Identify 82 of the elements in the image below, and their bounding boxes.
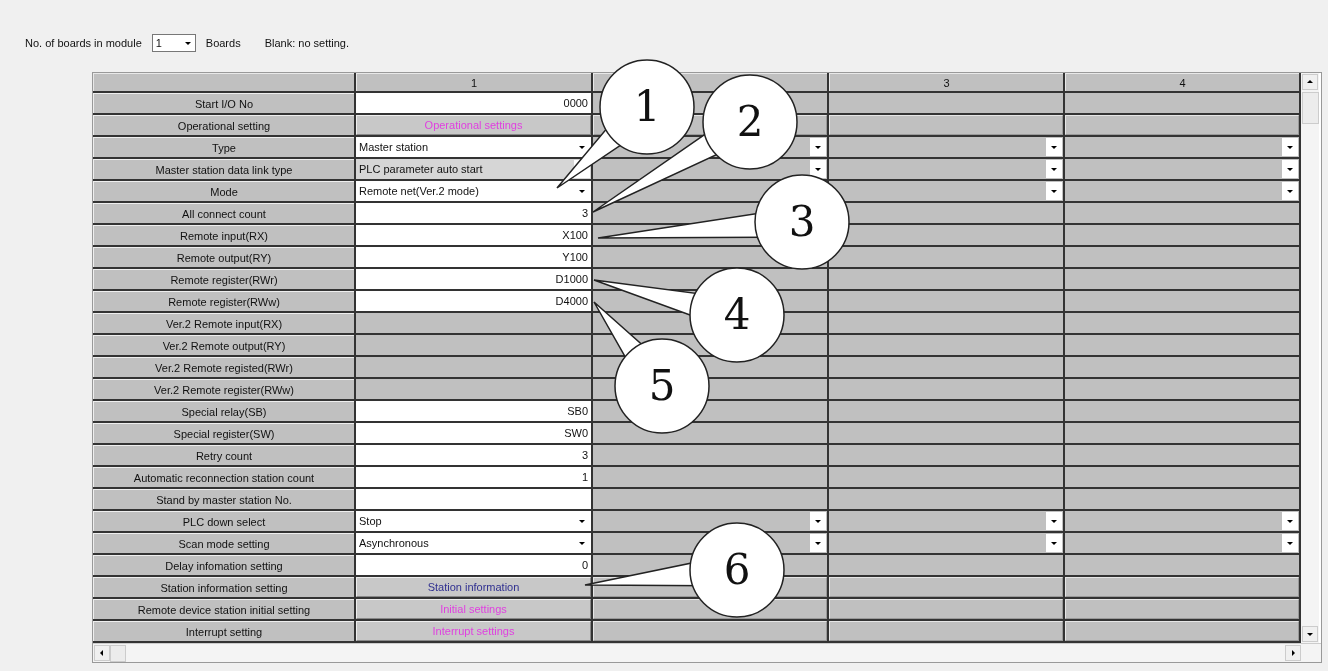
row-label: Stand by master station No.	[93, 489, 354, 509]
row-label: All connect count	[93, 203, 354, 223]
row-label: Remote register(RWw)	[93, 291, 354, 311]
value-field[interactable]: 3	[356, 445, 591, 465]
value-field[interactable]: SB0	[356, 401, 591, 421]
value-dropdown[interactable]: Asynchronous	[356, 533, 591, 553]
row-label: Remote device station initial setting	[93, 599, 354, 619]
caret-icon	[1282, 182, 1298, 200]
caret-icon	[1046, 512, 1062, 530]
caret-icon	[1282, 534, 1298, 552]
row-label: Type	[93, 137, 354, 157]
value-field[interactable]: Y100	[356, 247, 591, 267]
row-label: Station information setting	[93, 577, 354, 597]
column-header: 3	[829, 73, 1063, 91]
row-label: Ver.2 Remote register(RWw)	[93, 379, 354, 399]
row-label: Remote register(RWr)	[93, 269, 354, 289]
caret-icon	[810, 138, 826, 156]
row-label: Scan mode setting	[93, 533, 354, 553]
value-dropdown[interactable]: Master station	[356, 137, 591, 157]
horizontal-scrollbar[interactable]	[93, 643, 1321, 662]
boards-label: No. of boards in module	[25, 37, 142, 49]
scroll-thumb[interactable]	[110, 644, 126, 662]
row-label: Retry count	[93, 445, 354, 465]
vertical-scrollbar[interactable]	[1301, 73, 1319, 643]
empty-button[interactable]	[829, 577, 1063, 597]
value-field[interactable]: 1	[356, 467, 591, 487]
note-text: Blank: no setting.	[264, 37, 350, 49]
row-label: Master station data link type	[93, 159, 354, 179]
scroll-right-icon[interactable]	[1285, 645, 1301, 661]
row-label: Ver.2 Remote input(RX)	[93, 313, 354, 333]
row-label: Ver.2 Remote registed(RWr)	[93, 357, 354, 377]
scroll-up-icon[interactable]	[1302, 74, 1318, 90]
row-label: Interrupt setting	[93, 621, 354, 641]
row-label: Remote output(RY)	[93, 247, 354, 267]
scroll-left-icon[interactable]	[94, 645, 110, 661]
empty-button[interactable]	[593, 621, 827, 641]
callout-tooltip: 5	[593, 301, 710, 434]
caret-icon	[810, 160, 826, 178]
value-field[interactable]: 0	[356, 555, 591, 575]
row-label: Automatic reconnection station count	[93, 467, 354, 487]
empty-button[interactable]	[1065, 115, 1299, 135]
caret-icon	[1282, 160, 1298, 178]
row-label: Ver.2 Remote output(RY)	[93, 335, 354, 355]
caret-icon	[1046, 182, 1062, 200]
row-label: Mode	[93, 181, 354, 201]
empty-button[interactable]	[829, 115, 1063, 135]
empty-button[interactable]	[1065, 599, 1299, 619]
callout-tooltip: 3	[597, 174, 850, 270]
boards-dropdown[interactable]: 1	[151, 34, 196, 52]
value-dropdown[interactable]: Stop	[356, 511, 591, 531]
value-dropdown[interactable]: Remote net(Ver.2 mode)	[356, 181, 591, 201]
value-field[interactable]: D1000	[356, 269, 591, 289]
value-field[interactable]: X100	[356, 225, 591, 245]
scroll-down-icon[interactable]	[1302, 626, 1318, 642]
caret-icon	[1046, 160, 1062, 178]
empty-button[interactable]	[829, 599, 1063, 619]
caret-icon	[1282, 138, 1298, 156]
value-field[interactable]: SW0	[356, 423, 591, 443]
row-label: Special relay(SB)	[93, 401, 354, 421]
value-field[interactable]: D4000	[356, 291, 591, 311]
caret-icon	[1046, 138, 1062, 156]
value-field[interactable]: 3	[356, 203, 591, 223]
column-header: 4	[1065, 73, 1299, 91]
row-label: Remote input(RX)	[93, 225, 354, 245]
row-label: Operational setting	[93, 115, 354, 135]
value-field[interactable]	[356, 489, 591, 509]
caret-icon	[810, 534, 826, 552]
column-header: 1	[356, 73, 591, 91]
caret-icon	[1282, 512, 1298, 530]
row-label: PLC down select	[93, 511, 354, 531]
value-field[interactable]: 0000	[356, 93, 591, 113]
scroll-thumb[interactable]	[1301, 92, 1319, 124]
row-label: Start I/O No	[93, 93, 354, 113]
unit-label: Boards	[205, 37, 241, 49]
row-label: Special register(SW)	[93, 423, 354, 443]
callout-tooltip: 4	[593, 267, 785, 363]
settings-button[interactable]: Station information	[356, 577, 591, 597]
empty-button[interactable]	[1065, 577, 1299, 597]
row-label: Delay infomation setting	[93, 555, 354, 575]
caret-icon	[810, 512, 826, 530]
caret-icon	[1046, 534, 1062, 552]
empty-button[interactable]	[829, 621, 1063, 641]
